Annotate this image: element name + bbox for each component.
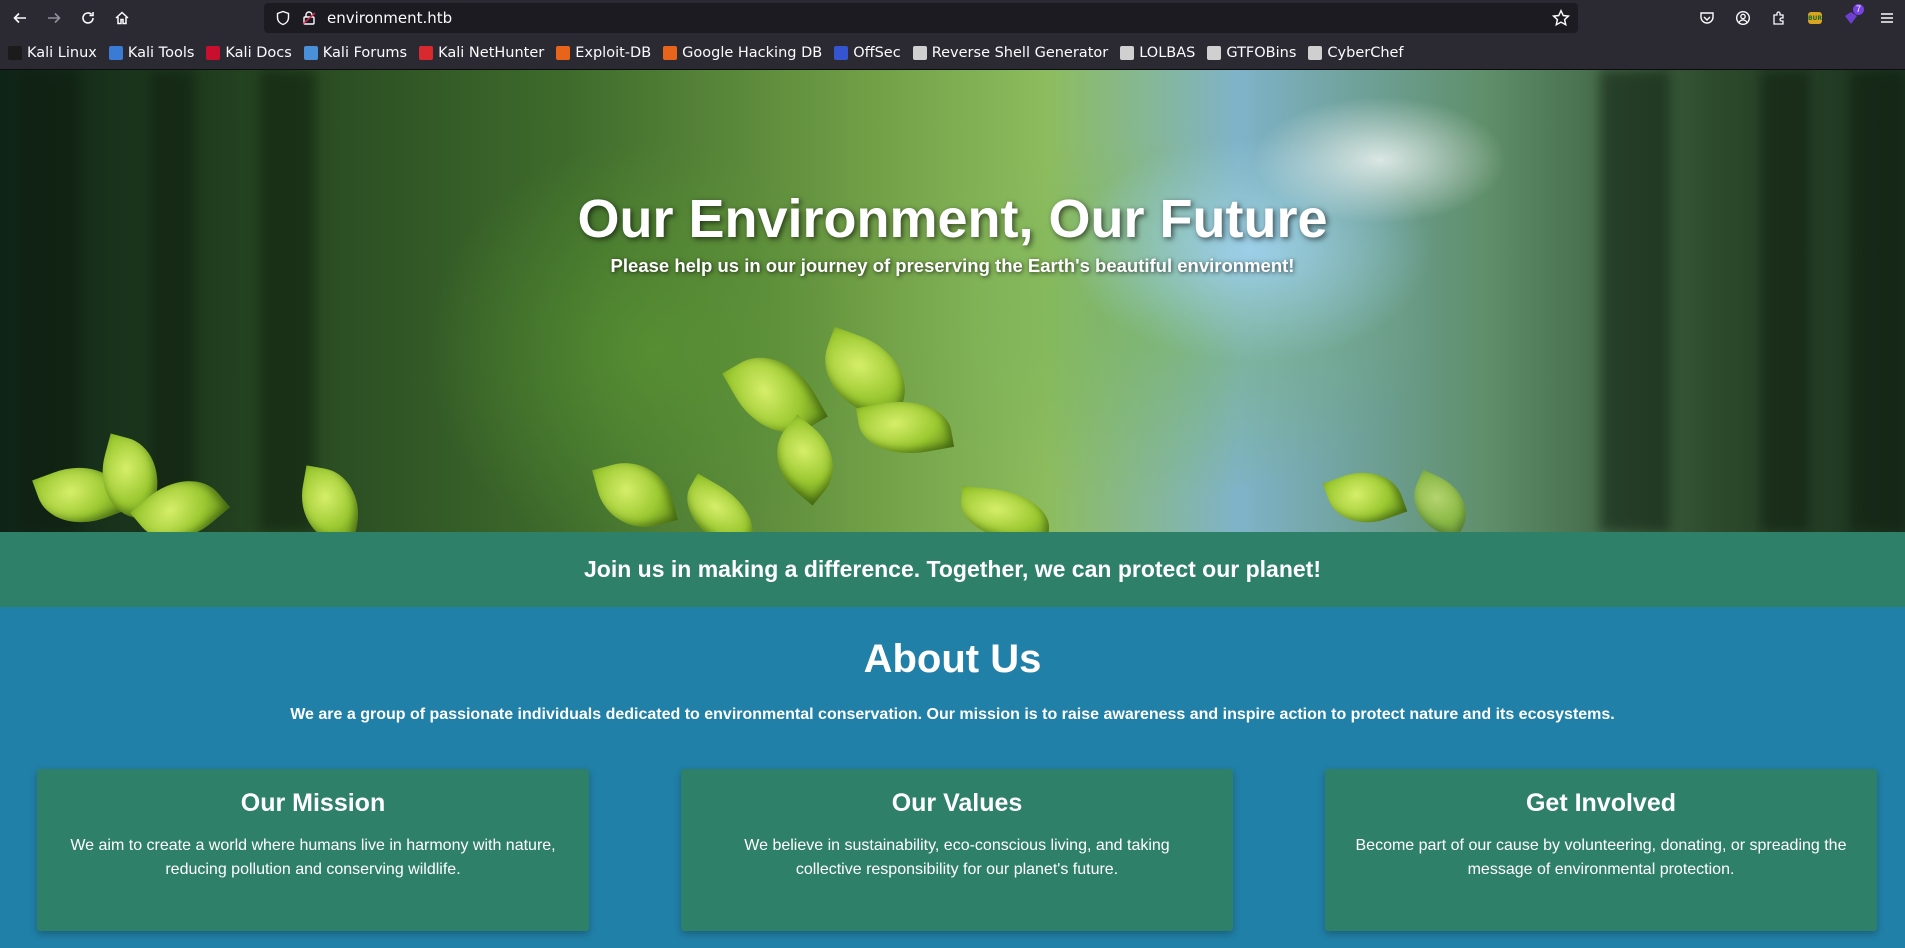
bookmark-favicon-icon <box>912 45 927 60</box>
hero-background-tree <box>20 70 80 532</box>
bookmark-offsec[interactable]: OffSec <box>834 45 901 61</box>
home-icon <box>115 11 129 25</box>
bookmark-label: Kali NetHunter <box>438 44 545 61</box>
card-text: We aim to create a world where humans li… <box>70 837 556 878</box>
card-title: Get Involved <box>1525 789 1677 817</box>
bookmark-star-icon[interactable] <box>1552 9 1570 27</box>
bookmark-kali-tools[interactable]: Kali Tools <box>108 44 195 61</box>
bookmark-favicon-icon <box>419 45 434 60</box>
arrow-left-icon <box>13 12 26 24</box>
bookmarks-toolbar: Kali Linux Kali Tools Kali Docs Kali Forums… <box>0 36 1905 70</box>
browser-toolbar: environment.htb BUR 7 <box>0 0 1905 36</box>
bookmark-favicon-icon <box>1207 45 1222 60</box>
bookmark-lolbas[interactable]: LOLBAS <box>1120 45 1195 61</box>
hero-leaf-decoration <box>1402 469 1478 532</box>
bookmark-label: CyberChef <box>1327 44 1404 61</box>
hero-leaf-decoration <box>1322 459 1408 532</box>
hero-background-tree <box>1600 70 1670 532</box>
hero-background-tree <box>150 70 195 532</box>
bookmark-kali-nethunter[interactable]: Kali NetHunter <box>419 45 544 61</box>
account-icon <box>1735 10 1751 26</box>
forward-button[interactable] <box>40 4 68 32</box>
bookmark-favicon-icon <box>1308 45 1323 60</box>
bookmark-label: LOLBAS <box>1139 44 1196 61</box>
hero-leaf-decoration <box>957 486 1053 532</box>
bookmark-label: Reverse Shell Generator <box>931 44 1109 61</box>
hero-subtitle: Please help us in our journey of preserv… <box>610 255 1295 276</box>
bookmark-label: Kali Linux <box>27 44 97 61</box>
bookmark-kali-docs[interactable]: Kali Docs <box>206 44 292 61</box>
card-text: We believe in sustainability, eco-consci… <box>744 837 1170 878</box>
bookmark-favicon-icon <box>206 45 221 60</box>
card-title: Our Mission <box>240 789 386 817</box>
bookmark-label: Kali Docs <box>225 44 292 61</box>
back-button[interactable] <box>6 4 34 32</box>
hero-leaf-decoration <box>672 473 768 532</box>
about-title: About Us <box>863 637 1042 681</box>
hero-background-tree <box>1850 70 1905 532</box>
bookmark-label: Google Hacking DB <box>682 44 823 61</box>
bookmark-favicon-icon <box>303 45 318 60</box>
hero-title: Our Environment, Our Future <box>577 189 1328 249</box>
bookmark-favicon-icon <box>8 45 22 60</box>
pocket-button[interactable] <box>1689 3 1725 33</box>
page-info-icon[interactable] <box>300 9 318 27</box>
shield-icon[interactable] <box>274 9 292 27</box>
card-title: Our Values <box>891 789 1023 817</box>
bookmark-label: Kali Forums <box>322 44 408 61</box>
reload-icon <box>82 12 94 24</box>
home-button[interactable] <box>108 4 136 32</box>
bookmark-label: Exploit-DB <box>575 44 652 61</box>
bookmark-reverse-shell-generator[interactable]: Reverse Shell Generator <box>912 44 1109 61</box>
bookmark-label: Kali Tools <box>127 44 195 61</box>
account-button[interactable] <box>1725 3 1761 33</box>
hamburger-menu-icon <box>1881 13 1893 23</box>
bookmark-google-hacking-db[interactable]: Google Hacking DB <box>663 45 822 61</box>
arrow-right-icon <box>48 12 61 24</box>
burp-icon: BUR <box>1808 12 1822 24</box>
about-section: About Us We are a group of passionate in… <box>0 607 1905 948</box>
banner-text: Join us in making a difference. Together… <box>584 556 1321 582</box>
bookmark-gtfobins[interactable]: GTFOBins <box>1207 45 1296 61</box>
bookmark-kali-forums[interactable]: Kali Forums <box>303 44 408 61</box>
bookmark-label: OffSec <box>853 44 901 61</box>
extensions-button[interactable] <box>1761 3 1797 33</box>
url-text[interactable]: environment.htb <box>327 9 452 27</box>
bookmark-favicon-icon <box>556 45 571 60</box>
bookmark-exploit-db[interactable]: Exploit-DB <box>556 45 651 61</box>
burp-extension-button[interactable]: BUR <box>1797 3 1833 33</box>
pocket-icon <box>1700 12 1714 24</box>
bookmark-favicon-icon <box>834 45 849 60</box>
puzzle-icon <box>1773 11 1784 25</box>
hero-background-tree <box>260 70 315 532</box>
hero-background-tree <box>1760 70 1810 532</box>
call-to-action-banner: Join us in making a difference. Together… <box>0 532 1905 607</box>
foxyproxy-extension-button[interactable]: 7 <box>1833 3 1869 33</box>
card-get-involved: Get Involved Become part of our cause by… <box>1325 769 1877 931</box>
hero-section: Our Environment, Our Future Please help … <box>0 70 1905 532</box>
bookmark-label: GTFOBins <box>1226 44 1297 61</box>
toolbar-right-icons: BUR 7 <box>1689 3 1905 33</box>
card-our-mission: Our Mission We aim to create a world whe… <box>37 769 589 931</box>
bookmark-kali-linux[interactable]: Kali Linux <box>8 45 97 61</box>
about-text: We are a group of passionate individuals… <box>290 706 1615 723</box>
menu-button[interactable] <box>1869 3 1905 33</box>
bookmark-cyberchef[interactable]: CyberChef <box>1308 44 1404 61</box>
card-text: Become part of our cause by volunteering… <box>1355 837 1847 878</box>
hero-leaf-decoration <box>592 452 678 532</box>
extension-badge: 7 <box>1852 4 1864 15</box>
reload-button[interactable] <box>74 4 102 32</box>
bookmark-favicon-icon <box>1120 45 1135 60</box>
svg-text:BUR: BUR <box>1808 15 1822 22</box>
bookmark-favicon-icon <box>663 45 678 60</box>
address-bar[interactable]: environment.htb <box>264 3 1578 33</box>
card-our-values: Our Values We believe in sustainability,… <box>681 769 1233 931</box>
bookmark-favicon-icon <box>108 45 123 60</box>
